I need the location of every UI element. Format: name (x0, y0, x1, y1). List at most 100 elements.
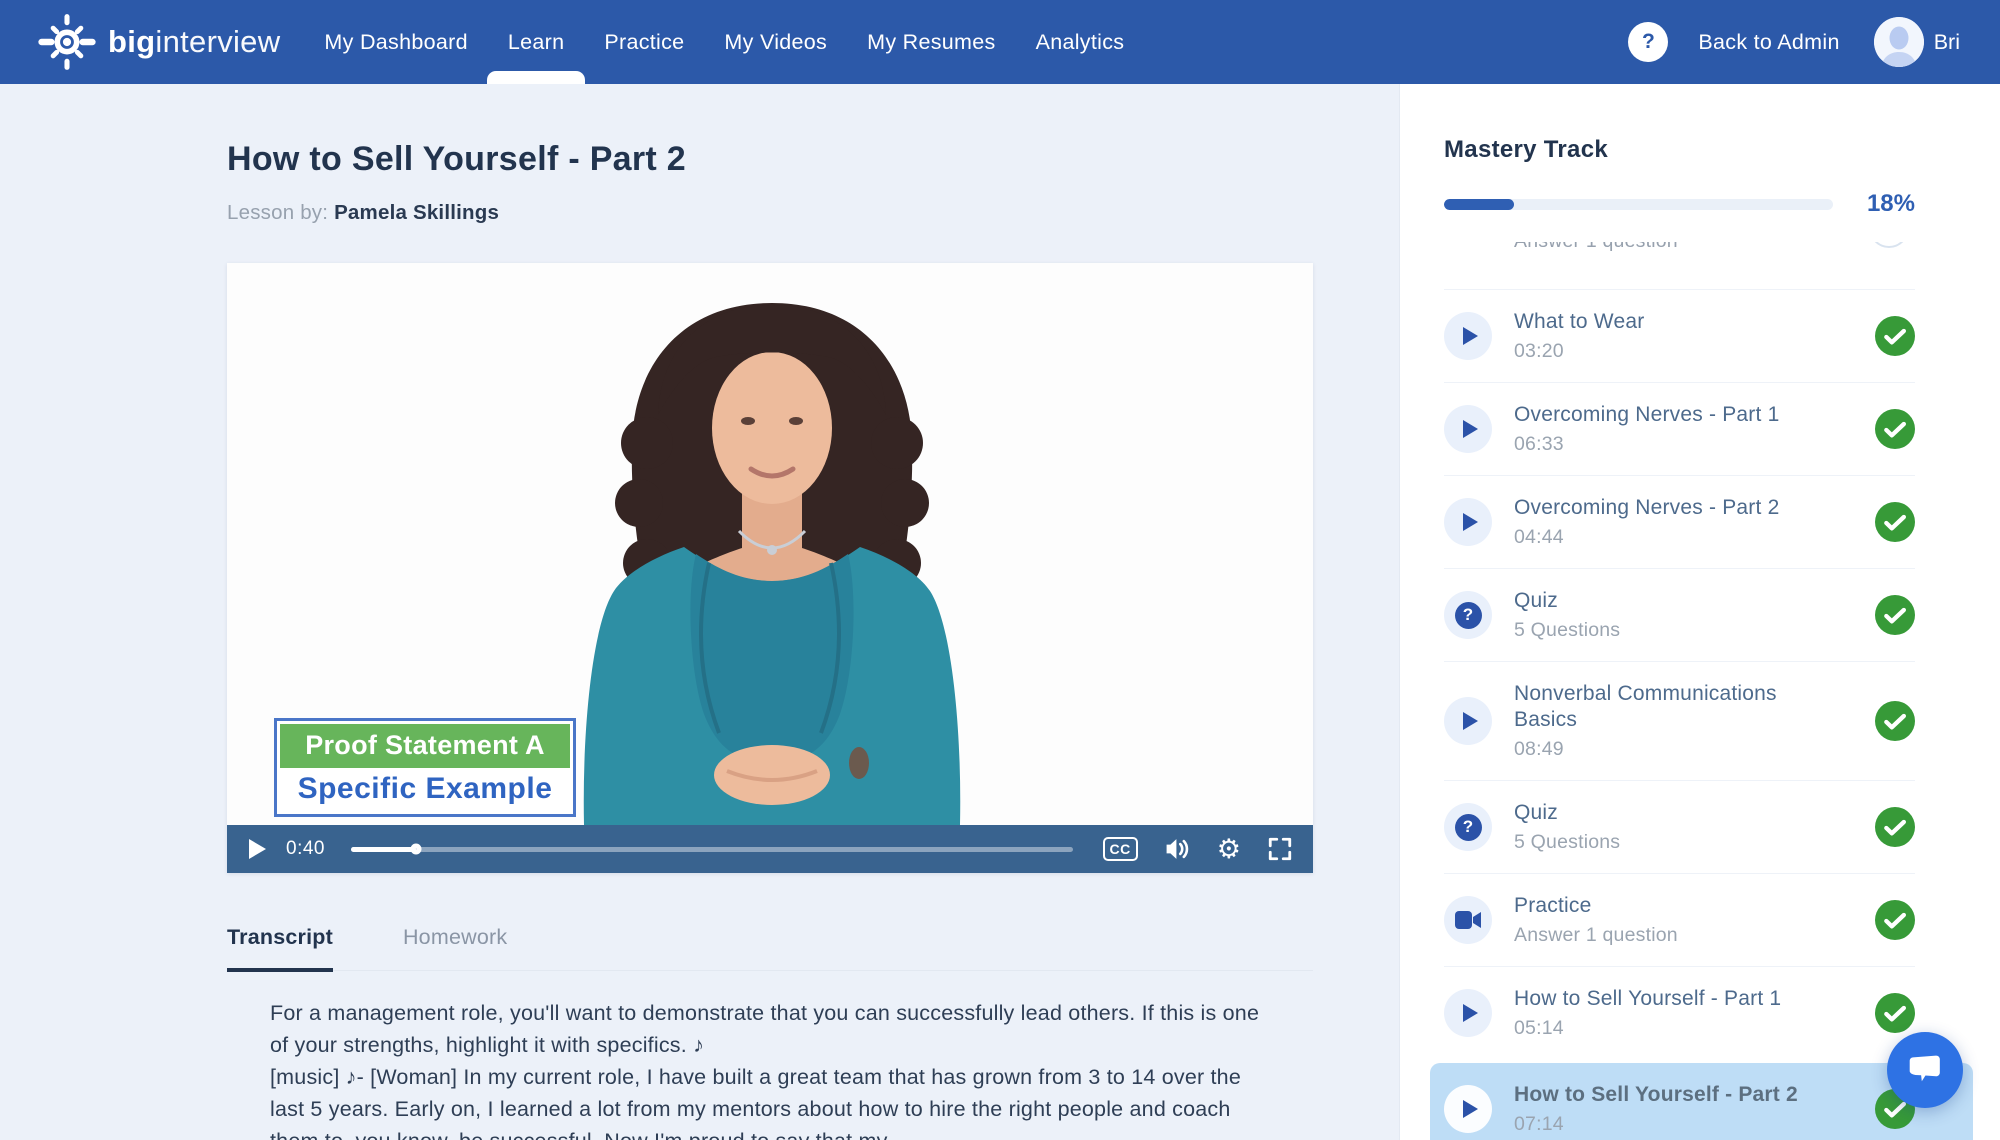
mastery-track-title: Mastery Track (1444, 136, 1915, 164)
nav-item[interactable]: My Videos (724, 0, 827, 84)
item-subtitle: 5 Questions (1514, 831, 1620, 854)
nav-item[interactable]: Practice (604, 0, 684, 84)
item-type-badge: ? (1444, 697, 1492, 745)
user-silhouette-icon (1874, 17, 1924, 67)
item-type-badge: ? (1444, 312, 1492, 360)
incomplete-circle-icon (1869, 242, 1909, 248)
item-type-badge: ? (1444, 803, 1492, 851)
tab[interactable]: Homework (403, 925, 507, 970)
settings-icon[interactable]: ⚙ (1217, 836, 1241, 863)
item-type-badge: ? (1444, 498, 1492, 546)
list-item[interactable]: ? Overcoming Nerves - Part 2 04:44 (1444, 476, 1915, 569)
video-caption-card: Proof Statement A Specific Example (274, 718, 576, 817)
help-icon[interactable]: ? (1628, 22, 1668, 62)
nav-item-label: Analytics (1036, 30, 1125, 55)
sun-logo-icon (38, 13, 96, 71)
item-type-badge: ? (1444, 591, 1492, 639)
item-subtitle: 5 Questions (1514, 619, 1620, 642)
item-subtitle: 08:49 (1514, 738, 1814, 761)
item-subtitle: Answer 1 question (1514, 924, 1678, 947)
play-icon (1463, 420, 1478, 438)
item-title: Practice (1514, 893, 1678, 919)
tab-label: Transcript (227, 925, 333, 949)
list-item[interactable]: ? Nonverbal Communications Basics 08:49 (1444, 662, 1915, 781)
item-type-badge: ? (1444, 1085, 1492, 1133)
item-title: Quiz (1514, 800, 1620, 826)
completed-check-icon (1875, 595, 1915, 635)
list-item[interactable]: ? How to Sell Yourself - Part 1 05:14 (1444, 967, 1915, 1060)
seek-knob[interactable] (410, 844, 421, 855)
item-type-badge: ? (1444, 896, 1492, 944)
progress-track (1444, 199, 1833, 210)
progress-percent-label: 18% (1867, 190, 1915, 218)
back-to-admin-link[interactable]: Back to Admin (1698, 30, 1839, 55)
user-name[interactable]: Bri (1934, 30, 1960, 55)
item-type-badge: ? (1444, 989, 1492, 1037)
item-subtitle: 04:44 (1514, 526, 1779, 549)
navbar-right: ? Back to Admin Bri (1628, 17, 1960, 67)
caption-subheading: Specific Example (280, 768, 570, 811)
brand-regular: interview (155, 24, 280, 59)
lesson-main: How to Sell Yourself - Part 2 Lesson by:… (0, 84, 1399, 1140)
item-subtitle: 06:33 (1514, 433, 1779, 456)
completed-check-icon (1875, 807, 1915, 847)
tab[interactable]: Transcript (227, 925, 333, 972)
item-title: Nonverbal Communications Basics (1514, 681, 1814, 733)
list-item-clipped[interactable]: Answer 1 question (1444, 242, 1915, 290)
lesson-list: Answer 1 question ? (1444, 242, 1915, 1140)
closed-captions-button[interactable]: CC (1103, 837, 1138, 861)
page-title: How to Sell Yourself - Part 2 (227, 140, 1399, 179)
video-camera-icon (1455, 910, 1481, 930)
quiz-question-icon: ? (1455, 814, 1482, 841)
avatar[interactable] (1874, 17, 1924, 67)
list-item[interactable]: ? Overcoming Nerves - Part 1 06:33 (1444, 383, 1915, 476)
primary-nav: My Dashboard Learn Practice My Videos My… (324, 0, 1164, 84)
list-item[interactable]: ? What to Wear 03:20 (1444, 290, 1915, 383)
brand-logo[interactable]: biginterview (38, 13, 280, 71)
current-time: 0:40 (286, 838, 325, 860)
nav-item-label: My Videos (724, 30, 827, 55)
list-item[interactable]: ? Quiz 5 Questions (1444, 569, 1915, 662)
clipped-item-subtitle: Answer 1 question (1514, 242, 1678, 253)
video-player[interactable]: Proof Statement A Specific Example 0:40 … (227, 263, 1313, 873)
lesson-tabs: Transcript Homework (227, 925, 1313, 971)
play-icon (1463, 1100, 1478, 1118)
nav-item[interactable]: Learn (508, 0, 565, 84)
completed-check-icon (1875, 701, 1915, 741)
completed-check-icon (1875, 900, 1915, 940)
mastery-track-panel: Mastery Track 18% Answer 1 question (1399, 84, 2000, 1140)
volume-icon[interactable] (1164, 837, 1191, 861)
seek-bar[interactable] (351, 847, 1073, 852)
item-title: Quiz (1514, 588, 1620, 614)
nav-item-label: My Resumes (867, 30, 995, 55)
play-icon (1463, 327, 1478, 345)
fullscreen-icon[interactable] (1267, 836, 1293, 862)
seek-fill (351, 847, 416, 852)
completed-check-icon (1875, 316, 1915, 356)
item-title: How to Sell Yourself - Part 2 (1514, 1082, 1798, 1108)
item-title: What to Wear (1514, 309, 1644, 335)
nav-item[interactable]: Analytics (1036, 0, 1125, 84)
item-type-badge: ? (1444, 405, 1492, 453)
progress-fill (1444, 199, 1514, 210)
brand-bold: big (108, 24, 155, 59)
chat-launcher-button[interactable] (1887, 1032, 1963, 1108)
play-icon (1463, 1004, 1478, 1022)
quiz-question-icon: ? (1455, 602, 1482, 629)
play-icon (1463, 712, 1478, 730)
list-item[interactable]: ? Practice Answer 1 question (1444, 874, 1915, 967)
nav-item-label: My Dashboard (324, 30, 467, 55)
brand-wordmark: biginterview (108, 24, 280, 60)
completed-check-icon (1875, 993, 1915, 1033)
transcript-paragraph: For a management role, you'll want to de… (270, 997, 1267, 1061)
item-subtitle: 03:20 (1514, 340, 1644, 363)
list-item[interactable]: ? Quiz 5 Questions (1444, 781, 1915, 874)
lesson-author: Lesson by: Pamela Skillings (227, 201, 1399, 225)
nav-item[interactable]: My Resumes (867, 0, 995, 84)
nav-item[interactable]: My Dashboard (324, 0, 467, 84)
lesson-by-name: Pamela Skillings (334, 201, 499, 224)
play-button[interactable] (249, 839, 266, 859)
video-controls: 0:40 CC ⚙ (227, 825, 1313, 873)
transcript-paragraph: [music] ♪- [Woman] In my current role, I… (270, 1061, 1267, 1140)
tab-label: Homework (403, 925, 507, 949)
